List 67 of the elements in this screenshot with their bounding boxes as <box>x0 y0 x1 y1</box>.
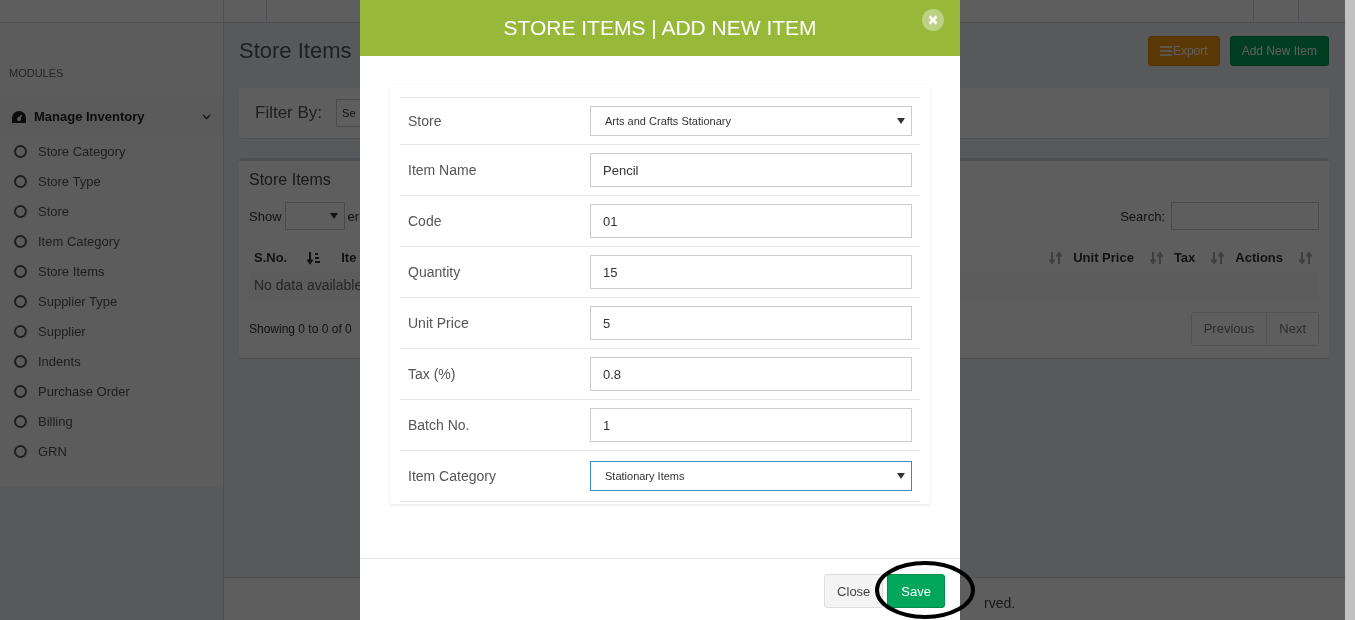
sidebar-item[interactable]: Supplier <box>38 323 86 339</box>
input-field[interactable]: 1 <box>590 408 912 442</box>
input-field[interactable]: Pencil <box>590 153 912 187</box>
field-label: Item Name <box>408 162 478 178</box>
input-field[interactable]: 5 <box>590 306 912 340</box>
sidebar-item[interactable]: Store Type <box>38 173 101 189</box>
field-label: Batch No. <box>408 417 471 433</box>
circle-icon <box>14 414 27 428</box>
input-field[interactable]: 0.8 <box>590 357 912 391</box>
footer-text: rved. <box>984 595 1016 611</box>
field-label: Unit Price <box>408 315 470 331</box>
circle-icon <box>14 294 27 308</box>
sidebar-item[interactable]: Indents <box>38 353 81 369</box>
search-label: Search: <box>1120 208 1165 224</box>
circle-icon <box>14 384 27 398</box>
circle-icon <box>14 324 27 338</box>
entries-select[interactable] <box>284 202 345 231</box>
close-button[interactable]: Close <box>824 574 884 608</box>
column-header[interactable]: S.No. <box>254 250 288 266</box>
sidebar-item[interactable]: Store Category <box>38 143 126 159</box>
circle-icon <box>14 354 27 368</box>
sidebar-heading: MODULES <box>8 67 65 81</box>
input-field[interactable]: 01 <box>590 204 912 238</box>
circle-icon <box>14 264 27 278</box>
circle-icon <box>14 444 27 458</box>
chevron-icon <box>202 113 211 120</box>
circle-icon <box>14 234 27 248</box>
entries-label: er <box>347 208 360 224</box>
table-info: Showing 0 to 0 of 0 <box>249 322 352 336</box>
column-header[interactable]: Ite <box>341 250 357 266</box>
select-field[interactable]: Arts and Crafts Stationary <box>590 106 912 136</box>
sidebar-item[interactable]: Purchase Order <box>38 383 130 399</box>
caret-icon <box>329 213 338 220</box>
field-label: Item Category <box>408 468 497 484</box>
save-button[interactable]: Save <box>887 574 945 608</box>
select-field[interactable]: Stationary Items <box>590 461 912 491</box>
circle-icon <box>14 204 27 218</box>
page-title: Store Items <box>239 38 352 64</box>
show-label: Show <box>249 208 282 224</box>
menu-icon <box>1159 46 1172 56</box>
caret-icon <box>897 473 905 479</box>
modal-title: STORE ITEMS | ADD NEW ITEM <box>503 16 817 40</box>
sidebar-item[interactable]: Store Items <box>38 263 105 279</box>
circle-icon <box>14 144 27 158</box>
field-label: Store <box>408 113 443 129</box>
field-label: Tax (%) <box>408 366 457 382</box>
filter-label: Filter By: <box>255 103 323 123</box>
sort-icon[interactable] <box>307 250 322 265</box>
sidebar-item[interactable]: Supplier Type <box>38 293 118 309</box>
column-header[interactable]: Tax <box>1173 250 1196 266</box>
column-header[interactable]: Unit Price <box>1073 250 1134 266</box>
dashboard-icon <box>12 110 26 123</box>
field-label: Quantity <box>408 264 462 280</box>
sidebar-item[interactable]: Item Category <box>38 233 120 249</box>
sidebar-item[interactable]: Store <box>38 203 70 219</box>
add-item-button[interactable]: Add New Item <box>1229 36 1329 66</box>
sidebar-item[interactable]: GRN <box>38 443 67 459</box>
scrollbar[interactable] <box>1345 0 1355 620</box>
input-field[interactable]: 15 <box>590 255 912 289</box>
caret-icon <box>897 118 905 124</box>
circle-icon <box>14 174 27 188</box>
column-header[interactable]: Actions <box>1235 250 1283 266</box>
field-label: Code <box>408 213 443 229</box>
card-title: Store Items <box>249 171 332 190</box>
sidebar-item[interactable]: Billing <box>38 413 73 429</box>
close-icon[interactable] <box>922 9 944 31</box>
export-button[interactable]: Export <box>1147 36 1220 66</box>
